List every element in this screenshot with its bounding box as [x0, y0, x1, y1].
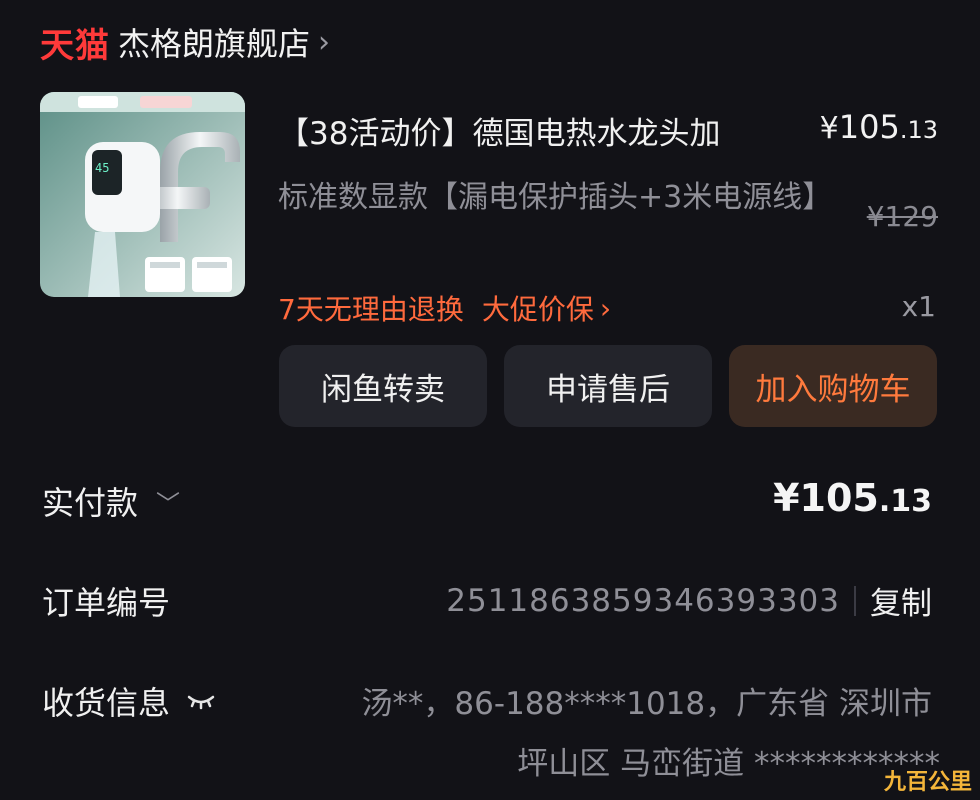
faucet-product-image: 45 — [40, 92, 245, 297]
order-number-row: 2511863859346393303 复制 — [446, 578, 932, 623]
shipping-label: 收货信息 — [42, 684, 171, 722]
svg-text:45: 45 — [95, 161, 109, 175]
product-thumbnail[interactable]: 45 — [40, 92, 245, 297]
paid-amount: ¥105.13 — [773, 476, 932, 520]
shipping-address-line1: 汤**，86-188****1018，广东省 深圳市 — [361, 686, 932, 722]
store-name[interactable]: 杰格朗旗舰店 — [118, 19, 310, 65]
order-number-label: 订单编号 — [42, 584, 171, 622]
resell-button[interactable]: 闲鱼转卖 — [279, 345, 487, 427]
add-to-cart-button[interactable]: 加入购物车 — [729, 345, 937, 427]
watermark-logo: 九百公里 — [883, 770, 972, 795]
service-promises[interactable]: 7天无理由退换 大促价保 › — [278, 288, 611, 328]
divider — [854, 585, 856, 616]
original-price: ¥129 — [866, 200, 938, 233]
store-header[interactable]: 天猫 杰格朗旗舰店 › — [40, 18, 330, 66]
copy-button[interactable]: 复制 — [870, 578, 932, 623]
return-policy-label: 7天无理由退换 — [278, 293, 464, 326]
price-protection-label[interactable]: 大促价保 — [482, 288, 594, 328]
product-sku: 标准数显款【漏电保护插头+3米电源线】 — [278, 180, 833, 215]
tmall-logo: 天猫 — [40, 25, 110, 66]
chevron-right-icon[interactable]: › — [318, 25, 330, 60]
product-price: ¥105.13 — [819, 108, 938, 146]
eye-closed-icon[interactable] — [186, 691, 216, 711]
payment-toggle[interactable]: 实付款 ﹀ — [42, 478, 180, 524]
shipping-address-line2: 坪山区 马峦街道 ************ — [517, 746, 940, 782]
after-sales-button[interactable]: 申请售后 — [504, 345, 712, 427]
order-number: 2511863859346393303 — [446, 582, 840, 619]
payment-label: 实付款 — [42, 484, 139, 522]
quantity: x1 — [901, 290, 936, 323]
shipping-label-row: 收货信息 — [42, 678, 216, 724]
product-title[interactable]: 【38活动价】德国电热水龙头加 — [278, 108, 818, 153]
chevron-right-icon[interactable]: › — [600, 292, 611, 325]
chevron-down-icon[interactable]: ﹀ — [156, 484, 180, 519]
